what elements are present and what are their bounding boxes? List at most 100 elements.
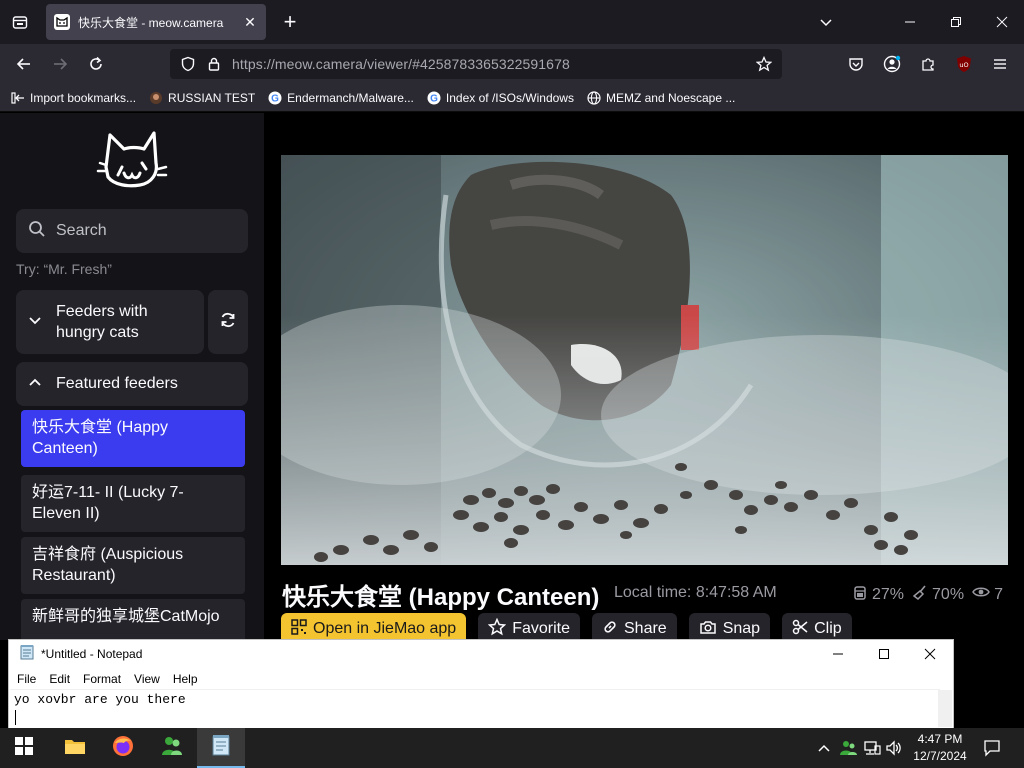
firefox-icon: [112, 735, 134, 762]
ublock-origin-icon[interactable]: uO: [952, 52, 976, 76]
refresh-icon: [219, 311, 237, 334]
list-all-tabs-icon[interactable]: [814, 10, 838, 34]
extensions-icon[interactable]: [916, 52, 940, 76]
url-text[interactable]: https://meow.camera/viewer/#425878336532…: [232, 56, 570, 72]
notepad-window: *Untitled - Notepad File Edit Format Vie…: [8, 639, 954, 729]
notepad-minimize-icon[interactable]: [815, 640, 861, 668]
hamburger-menu-icon[interactable]: [988, 52, 1012, 76]
feeder-item-happy-canteen[interactable]: 快乐大食堂 (Happy Canteen): [21, 410, 245, 467]
menu-edit[interactable]: Edit: [49, 672, 70, 686]
featured-label: Featured feeders: [56, 375, 178, 392]
bookmark-isos[interactable]: G Index of /ISOs/Windows: [426, 90, 574, 106]
new-tab-icon[interactable]: +: [278, 9, 302, 34]
taskbar-clock[interactable]: 4:47 PM 12/7/2024: [906, 731, 974, 765]
menu-format[interactable]: Format: [83, 672, 121, 686]
eye-icon: [972, 584, 994, 605]
bookmark-import[interactable]: Import bookmarks...: [10, 90, 136, 106]
refresh-button[interactable]: [208, 290, 248, 354]
notepad-maximize-icon[interactable]: [861, 640, 907, 668]
lock-icon[interactable]: [206, 56, 222, 72]
feeder-name-line1: 新鲜哥的独享城堡CatMojo: [32, 608, 220, 625]
feeder-name-line1: 吉祥食府 (Auspicious: [32, 546, 184, 563]
restore-icon[interactable]: [942, 8, 970, 36]
chevron-up-icon: [28, 375, 42, 394]
taskbar-notepad[interactable]: [197, 728, 245, 768]
minimize-icon[interactable]: [896, 8, 924, 36]
open-in-jiemao-label: Open in JieMao app: [313, 620, 457, 637]
feeder-group-label-line1: Feeders with: [56, 303, 148, 320]
bookmark-memz[interactable]: MEMZ and Noescape ...: [586, 90, 735, 106]
firefox-view-icon[interactable]: [8, 10, 32, 34]
import-icon: [10, 90, 26, 106]
show-hidden-icons-chevron-up-icon[interactable]: [814, 738, 834, 758]
url-host: https://meow.camera: [232, 56, 364, 72]
feeder-item-auspicious-restaurant[interactable]: 吉祥食府 (Auspicious Restaurant): [21, 537, 245, 594]
search-input[interactable]: [56, 222, 226, 240]
notepad-close-icon[interactable]: [907, 640, 953, 668]
feeders-with-hungry-cats-toggle[interactable]: Feeders with hungry cats: [16, 290, 204, 354]
site-favicon: [148, 90, 164, 106]
text-caret: [15, 710, 16, 725]
bookmark-endermanch[interactable]: G Endermanch/Malware...: [267, 90, 414, 106]
notepad-titlebar[interactable]: *Untitled - Notepad: [9, 640, 953, 668]
bookmark-russian-test[interactable]: RUSSIAN TEST: [148, 90, 255, 106]
notepad-text-area[interactable]: yo xovbr are you there: [10, 689, 940, 727]
feeder-item-lucky-7-eleven[interactable]: 好运7-11- II (Lucky 7- Eleven II): [21, 475, 245, 532]
meow-camera-logo-icon[interactable]: [96, 129, 168, 193]
feeder-item-catmojo[interactable]: 新鲜哥的独享城堡CatMojo: [21, 599, 245, 640]
feeder-group-label: Feeders with hungry cats: [56, 301, 148, 343]
food-level-value: 27%: [872, 585, 905, 603]
tray-people-icon[interactable]: [838, 738, 858, 758]
volume-icon[interactable]: [884, 738, 904, 758]
network-icon[interactable]: [862, 738, 882, 758]
feeder-stats: 27% 70% 7: [852, 584, 1011, 605]
menu-view[interactable]: View: [134, 672, 160, 686]
bookmark-label: Index of /ISOs/Windows: [445, 90, 574, 105]
action-center-icon[interactable]: [982, 738, 1002, 758]
active-tab[interactable]: 快乐大食堂 - meow.camera ✕: [46, 4, 266, 40]
url-bar[interactable]: https://meow.camera/viewer/#425878336532…: [170, 49, 782, 79]
notepad-icon: [211, 734, 231, 761]
windows-taskbar: 4:47 PM 12/7/2024: [0, 728, 1024, 768]
reload-icon[interactable]: [84, 52, 108, 76]
cat-favicon-icon: [54, 14, 70, 30]
feeder-name-line2: Canteen): [32, 440, 98, 457]
camera-icon: [699, 619, 723, 640]
menu-help[interactable]: Help: [173, 672, 198, 686]
clock-date: 12/7/2024: [913, 749, 967, 763]
notepad-menubar: File Edit Format View Help: [9, 669, 953, 689]
taskbar-people-app[interactable]: [148, 728, 196, 768]
pocket-icon[interactable]: [844, 52, 868, 76]
food-bag-icon: [852, 584, 872, 605]
browser-nav-bar: https://meow.camera/viewer/#425878336532…: [0, 44, 1024, 84]
shield-icon[interactable]: [180, 56, 196, 72]
bookmark-star-icon[interactable]: [756, 56, 772, 72]
menu-file[interactable]: File: [17, 672, 36, 686]
camera-title: 快乐大食堂 (Happy Canteen): [282, 584, 600, 611]
search-box[interactable]: [16, 209, 248, 253]
feeder-group-label-line2: hungry cats: [56, 324, 139, 341]
folder-icon: [64, 737, 86, 760]
favorite-label: Favorite: [512, 620, 570, 637]
taskbar-file-explorer[interactable]: [51, 728, 99, 768]
tab-close-icon[interactable]: ✕: [242, 14, 258, 30]
local-time: Local time: 8:47:58 AM: [614, 584, 777, 601]
windows-logo-icon: [15, 736, 33, 760]
bookmarks-toolbar: Import bookmarks... RUSSIAN TEST G Ender…: [0, 84, 1024, 112]
notepad-app-icon: [19, 644, 35, 665]
meow-camera-page: Try: “Mr. Fresh” Feeders with hungry cats…: [0, 113, 1024, 645]
start-button[interactable]: [0, 728, 48, 768]
account-icon[interactable]: [880, 52, 904, 76]
browser-tab-strip: 快乐大食堂 - meow.camera ✕ +: [0, 0, 1024, 44]
google-favicon: G: [426, 90, 442, 106]
camera-video-feed[interactable]: [281, 155, 1008, 565]
back-icon[interactable]: [12, 52, 36, 76]
taskbar-firefox[interactable]: [99, 728, 147, 768]
close-window-icon[interactable]: [988, 8, 1016, 36]
search-hint: Try: “Mr. Fresh”: [16, 261, 112, 277]
forward-icon[interactable]: [48, 52, 72, 76]
clip-label: Clip: [814, 620, 842, 637]
notepad-scrollbar[interactable]: [938, 690, 952, 727]
search-icon: [28, 220, 46, 243]
featured-feeders-toggle[interactable]: Featured feeders: [16, 362, 248, 406]
